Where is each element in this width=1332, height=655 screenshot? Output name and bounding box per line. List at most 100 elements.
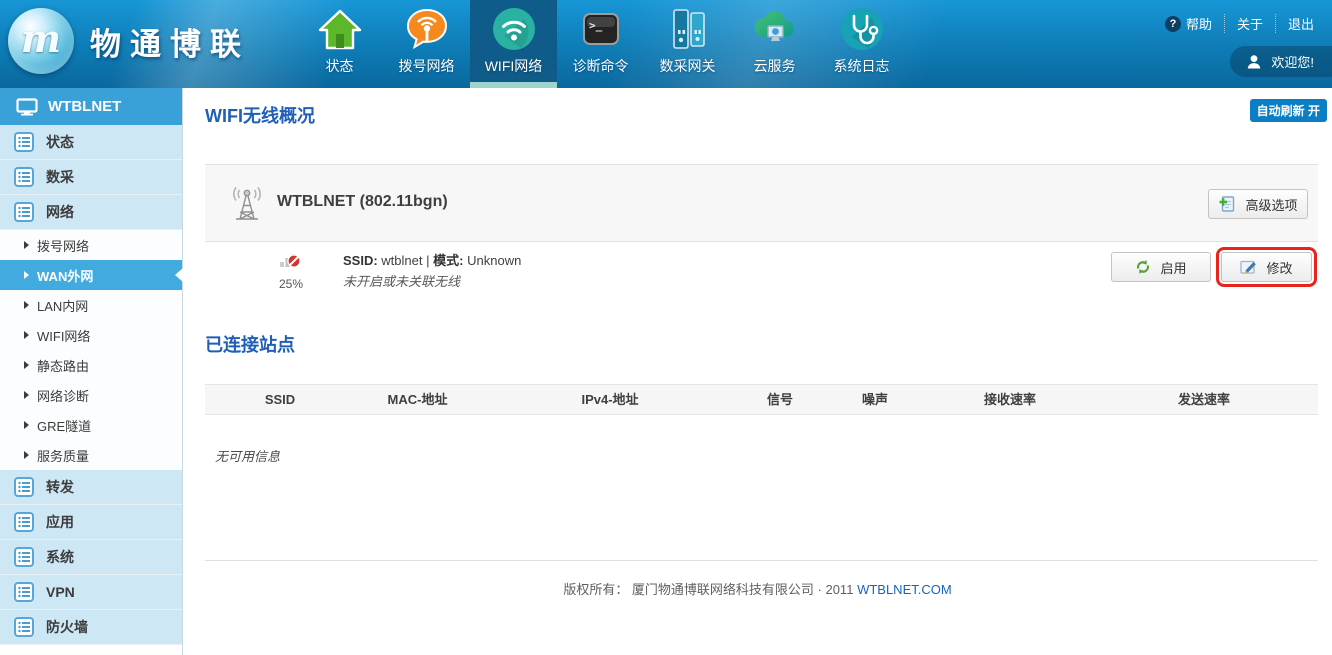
signal-block: 25% <box>271 250 311 291</box>
sidebar-item-label: 转发 <box>46 477 74 497</box>
sidebar-item-label: LAN内网 <box>37 296 88 315</box>
sidebar-item-label: 应用 <box>46 512 74 532</box>
sidebar-item-network-diagnostics[interactable]: 网络诊断 <box>0 380 182 410</box>
brand-name: 物通博联 <box>90 19 250 64</box>
triangle-icon <box>24 331 29 339</box>
nav-label: WIFI网络 <box>485 56 543 76</box>
edit-icon <box>1240 259 1257 275</box>
nav-tab-diagnostics[interactable]: >_ 诊断命令 <box>557 0 644 88</box>
sidebar-item-label: WIFI网络 <box>37 326 90 345</box>
sidebar-item-label: 拨号网络 <box>37 236 89 255</box>
list-icon <box>14 477 34 497</box>
sidebar-item-label: 防火墙 <box>46 617 88 637</box>
sidebar-item-network[interactable]: 网络 <box>0 195 182 230</box>
sidebar-item-wan[interactable]: WAN外网 <box>0 260 182 290</box>
sidebar-item-label: 系统 <box>46 547 74 567</box>
help-link[interactable]: ? 帮助 <box>1153 14 1224 33</box>
sidebar-item-gre-tunnel[interactable]: GRE隧道 <box>0 410 182 440</box>
sidebar-item-lan[interactable]: LAN内网 <box>0 290 182 320</box>
list-icon <box>14 512 34 532</box>
list-icon <box>14 547 34 567</box>
column-header-tx-rate: 发送速率 <box>1090 385 1318 414</box>
list-icon <box>14 582 34 602</box>
sidebar-item-label: 数采 <box>46 167 74 187</box>
sidebar: WTBLNET 状态 数采 网络 拨号网络 WAN外网 LAN内网 WIFI网络… <box>0 88 183 655</box>
list-icon <box>14 202 34 222</box>
app-header: m 物通博联 状态 拨号网络 <box>0 0 1332 88</box>
footer-link[interactable]: WTBLNET.COM <box>857 582 952 597</box>
sidebar-item-vpn[interactable]: VPN <box>0 575 182 610</box>
person-icon <box>1246 54 1262 70</box>
modify-button[interactable]: 修改 <box>1221 252 1312 282</box>
mode-value: Unknown <box>467 253 521 268</box>
modify-label: 修改 <box>1266 258 1292 277</box>
nav-label: 云服务 <box>754 56 796 76</box>
welcome-badge[interactable]: 欢迎您! <box>1230 46 1332 77</box>
sidebar-device-name: WTBLNET <box>48 98 121 115</box>
logout-label: 退出 <box>1288 14 1314 33</box>
enable-button[interactable]: 启用 <box>1111 252 1211 282</box>
auto-refresh-toggle[interactable]: 自动刷新 开 <box>1250 99 1327 122</box>
nav-tab-cloud-service[interactable]: 云服务 <box>731 0 818 88</box>
sidebar-item-dial-network[interactable]: 拨号网络 <box>0 230 182 260</box>
advanced-options-icon <box>1218 195 1236 213</box>
wifi-device-title: WTBLNET (802.11bgn) <box>277 193 448 211</box>
sidebar-item-label: 网络 <box>46 202 74 222</box>
advanced-options-label: 高级选项 <box>1245 195 1297 214</box>
triangle-icon <box>24 241 29 249</box>
column-header-noise: 噪声 <box>820 385 930 414</box>
triangle-icon <box>24 421 29 429</box>
sidebar-item-system[interactable]: 系统 <box>0 540 182 575</box>
wifi-device-panel-header: WTBLNET (802.11bgn) 高级选项 <box>205 164 1318 242</box>
nav-label: 拨号网络 <box>399 56 455 76</box>
nav-tab-data-gateway[interactable]: 数采网关 <box>644 0 731 88</box>
brand-logo: m 物通博联 <box>8 8 250 74</box>
sidebar-item-label: GRE隧道 <box>37 416 91 435</box>
svg-text:>_: >_ <box>589 19 603 32</box>
sidebar-item-wifi-network[interactable]: WIFI网络 <box>0 320 182 350</box>
sidebar-item-static-routes[interactable]: 静态路由 <box>0 350 182 380</box>
nav-label: 数采网关 <box>660 56 716 76</box>
sidebar-item-applications[interactable]: 应用 <box>0 505 182 540</box>
list-icon <box>14 617 34 637</box>
nav-tab-dial-network[interactable]: 拨号网络 <box>383 0 470 88</box>
nav-label: 状态 <box>326 56 354 76</box>
sidebar-item-data-collection[interactable]: 数采 <box>0 160 182 195</box>
brand-sphere-icon: m <box>8 8 74 74</box>
gateway-icon <box>665 6 711 52</box>
nav-tab-system-logs[interactable]: 系统日志 <box>818 0 905 88</box>
sidebar-device-header[interactable]: WTBLNET <box>0 88 182 125</box>
nav-tab-wifi-network[interactable]: WIFI网络 <box>470 0 557 88</box>
list-icon <box>14 167 34 187</box>
dial-network-icon <box>404 6 450 52</box>
signal-blocked-icon <box>279 250 303 270</box>
help-icon: ? <box>1165 16 1181 32</box>
nav-label: 系统日志 <box>834 56 890 76</box>
sidebar-item-label: WAN外网 <box>37 266 93 285</box>
sidebar-item-firewall[interactable]: 防火墙 <box>0 610 182 645</box>
triangle-icon <box>24 271 29 279</box>
list-icon <box>14 132 34 152</box>
advanced-options-button[interactable]: 高级选项 <box>1208 189 1308 219</box>
ssid-value: wtblnet <box>381 253 422 268</box>
header-links: ? 帮助 关于 退出 <box>1153 14 1314 33</box>
triangle-icon <box>24 451 29 459</box>
brand-monogram: m <box>21 16 61 61</box>
separator: | <box>426 253 429 268</box>
main-content: WIFI无线概况 自动刷新 开 WTBLNET (802.11bgn) 高级选项 <box>183 88 1332 655</box>
logout-link[interactable]: 退出 <box>1275 14 1314 33</box>
monitor-icon <box>16 98 38 116</box>
antenna-tower-icon <box>227 184 267 224</box>
sidebar-item-status[interactable]: 状态 <box>0 125 182 160</box>
footer-divider <box>205 560 1318 561</box>
sidebar-item-qos[interactable]: 服务质量 <box>0 440 182 470</box>
ssid-label: SSID: <box>343 253 378 268</box>
enable-label: 启用 <box>1160 258 1186 277</box>
about-link[interactable]: 关于 <box>1224 14 1275 33</box>
enable-refresh-icon <box>1135 259 1151 275</box>
nav-tab-status[interactable]: 状态 <box>296 0 383 88</box>
triangle-icon <box>24 301 29 309</box>
help-label: 帮助 <box>1186 14 1212 33</box>
sidebar-item-label: 服务质量 <box>37 446 89 465</box>
sidebar-item-forwarding[interactable]: 转发 <box>0 470 182 505</box>
